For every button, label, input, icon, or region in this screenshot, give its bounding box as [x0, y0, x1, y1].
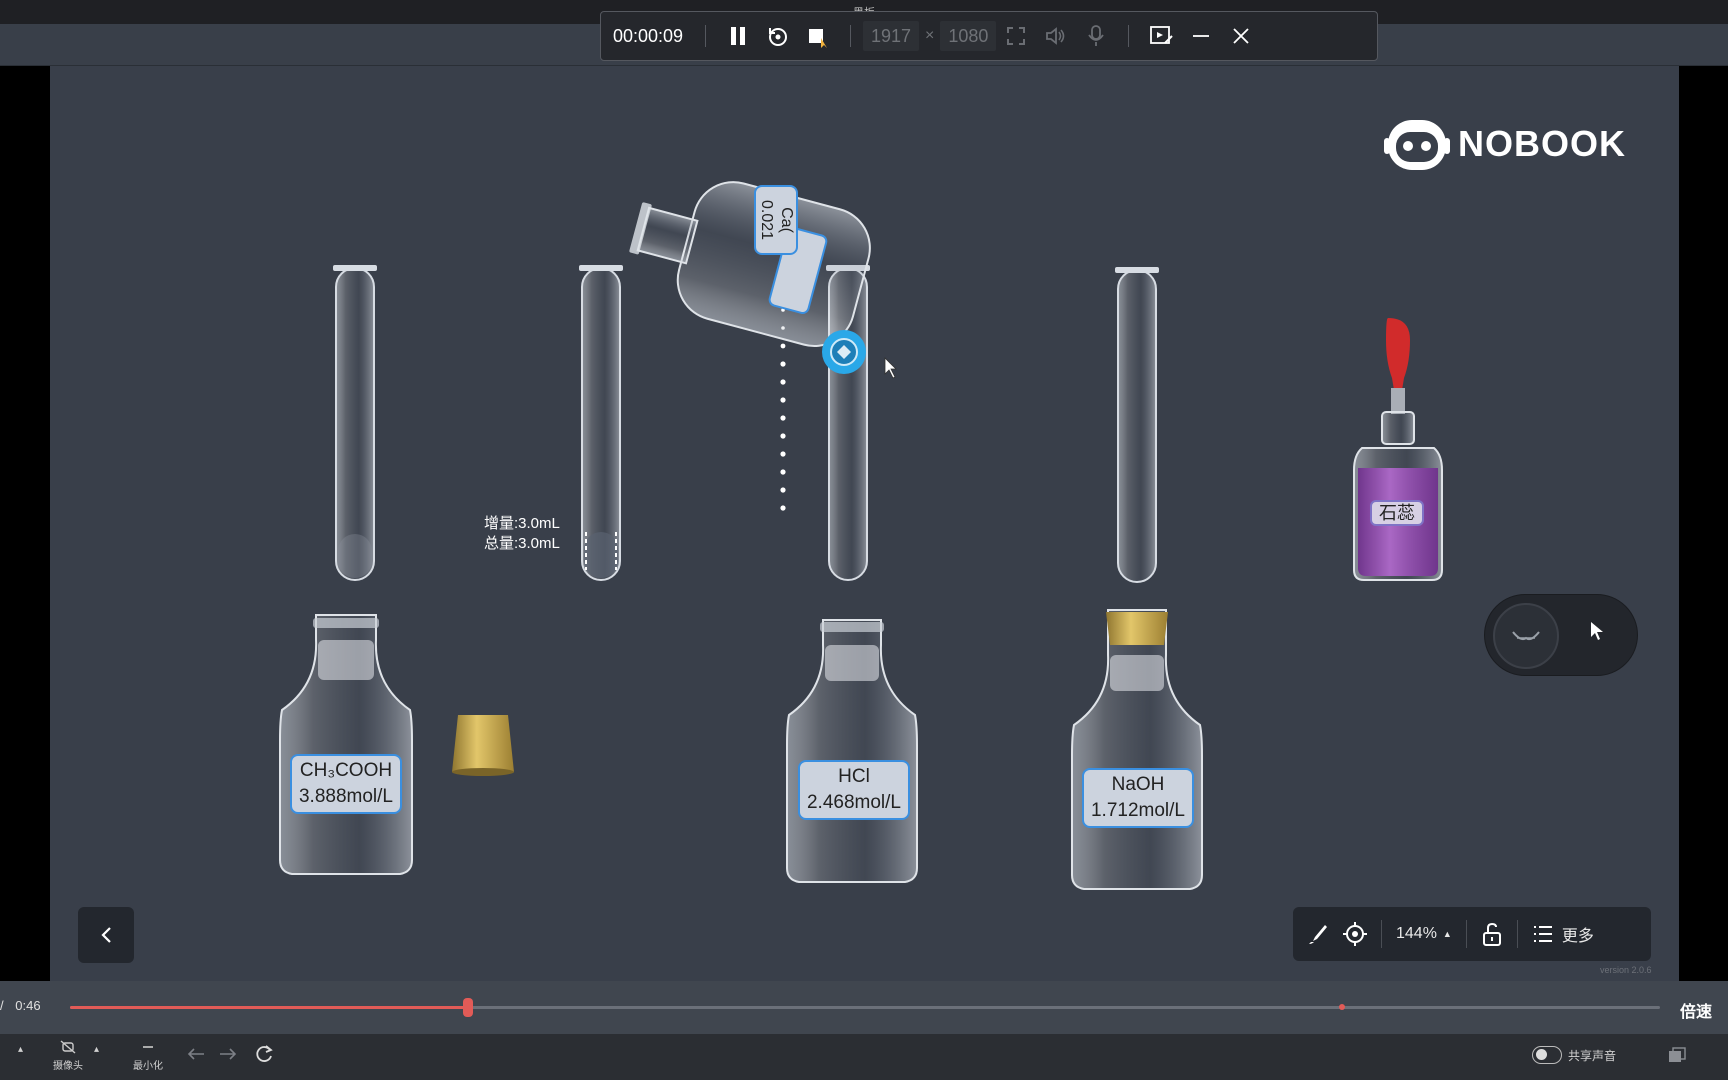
more-label: 更多: [1561, 928, 1594, 945]
brush-button[interactable]: [1307, 914, 1329, 954]
reagent-label-ch3cooh: CH₃COOH 3.888mol/L: [290, 754, 402, 814]
hand-icon: [1512, 631, 1540, 641]
bottom-control-bar: ▴ 摄像头 ▴ 最小化 共享声音: [0, 1034, 1728, 1080]
pointer-mode-icon[interactable]: [1589, 621, 1605, 641]
caret-up-icon[interactable]: ▴: [18, 1044, 23, 1055]
progress-fill: [70, 1006, 468, 1009]
brush-icon: [1309, 925, 1327, 944]
reagent-formula: NaOH: [1111, 774, 1165, 795]
share-audio-toggle[interactable]: 共享声音: [1532, 1046, 1616, 1064]
litmus-dropper-bottle[interactable]: [1353, 318, 1443, 581]
tilted-bottle-formula: Ca(: [778, 207, 795, 233]
bottle-naoh[interactable]: [1071, 609, 1203, 890]
toggle-switch[interactable]: [1532, 1046, 1562, 1064]
camera-off-icon: [60, 1040, 76, 1054]
reagent-concentration: 2.468mol/L: [806, 792, 901, 813]
window-layout-button[interactable]: [1668, 1047, 1686, 1066]
bottle-hcl[interactable]: [786, 619, 918, 883]
robot-mascot-icon: [1384, 120, 1450, 170]
crosshair-icon: [1343, 922, 1367, 946]
menu-icon: [1533, 926, 1552, 942]
bottle-ch3cooh[interactable]: [279, 614, 413, 875]
interaction-mode-toggle[interactable]: [1484, 594, 1638, 676]
reagent-concentration: 3.888mol/L: [298, 786, 393, 807]
divider: [1516, 920, 1518, 948]
progress-marker[interactable]: [1339, 1004, 1345, 1010]
volume-total: 总量:3.0mL: [484, 535, 560, 552]
unlock-icon: [1482, 922, 1501, 946]
reagent-label-hcl: HCl 2.468mol/L: [798, 760, 910, 820]
minimize-label: 最小化: [133, 1061, 163, 1072]
zoom-level: 144%: [1396, 925, 1437, 942]
reagent-concentration: 1.712mol/L: [1090, 800, 1185, 821]
bottle-stopper[interactable]: [452, 715, 514, 776]
arrow-right-icon: [220, 1048, 237, 1060]
litmus-label: 石蕊: [1370, 500, 1424, 526]
arrow-left-icon: [187, 1048, 204, 1060]
more-menu-button[interactable]: 更多: [1532, 914, 1594, 954]
progress-track[interactable]: [70, 998, 1660, 1017]
brand-logo: NOBOOK: [1384, 114, 1626, 174]
refresh-icon: [256, 1045, 273, 1062]
brand-name: NOBOOK: [1458, 123, 1626, 164]
reagent-label-naoh: NaOH 1.712mol/L: [1082, 768, 1194, 828]
pour-handle[interactable]: [822, 330, 866, 374]
test-tube-2[interactable]: [579, 265, 623, 581]
mouse-cursor-icon: [884, 357, 897, 379]
test-tube-1[interactable]: [333, 265, 377, 581]
current-time: /: [0, 998, 4, 1013]
test-tube-4[interactable]: [1115, 267, 1159, 583]
minimize-window-button[interactable]: 最小化: [128, 1040, 168, 1072]
arrow-left-button[interactable]: [186, 1046, 206, 1065]
reagent-formula: CH₃COOH: [299, 760, 393, 781]
divider: [1381, 920, 1382, 948]
progress-thumb[interactable]: [462, 998, 473, 1017]
camera-button[interactable]: 摄像头: [50, 1040, 86, 1072]
arrow-right-button[interactable]: [218, 1046, 238, 1065]
caret-up-icon: ▲: [1442, 929, 1452, 939]
tilted-bottle-label: Ca( 0.021: [754, 185, 798, 255]
volume-increment: 增量:3.0mL: [484, 515, 560, 532]
locate-button[interactable]: [1343, 914, 1367, 954]
camera-label: 摄像头: [53, 1061, 83, 1072]
hand-mode-button[interactable]: [1493, 603, 1559, 669]
back-button[interactable]: [78, 907, 134, 963]
reagent-formula: HCl: [838, 766, 870, 787]
share-audio-label: 共享声音: [1568, 1048, 1617, 1063]
tilted-reagent-bottle[interactable]: [618, 159, 879, 355]
duration: 0:46: [15, 998, 41, 1013]
tilted-bottle-concentration: 0.021: [758, 199, 775, 241]
window-layout-icon: [1669, 1047, 1686, 1062]
playback-time: / 0:46: [0, 998, 41, 1013]
minimize-icon: [143, 1046, 153, 1048]
zoom-dropdown[interactable]: 144% ▲: [1396, 914, 1452, 954]
tube-volume-readout: 增量:3.0mL 总量:3.0mL: [484, 514, 560, 554]
divider: [1465, 920, 1467, 948]
version-label: version 2.0.6: [1600, 965, 1652, 975]
caret-up-icon[interactable]: ▴: [94, 1044, 99, 1055]
unlock-button[interactable]: [1481, 914, 1503, 954]
chevron-left-icon: [101, 927, 111, 943]
speed-button[interactable]: 倍速: [1680, 998, 1712, 1022]
refresh-button[interactable]: [254, 1044, 274, 1067]
lab-toolbar: 144% ▲ 更多: [1293, 907, 1651, 961]
video-player-bar: / 0:46 倍速: [0, 981, 1728, 1034]
